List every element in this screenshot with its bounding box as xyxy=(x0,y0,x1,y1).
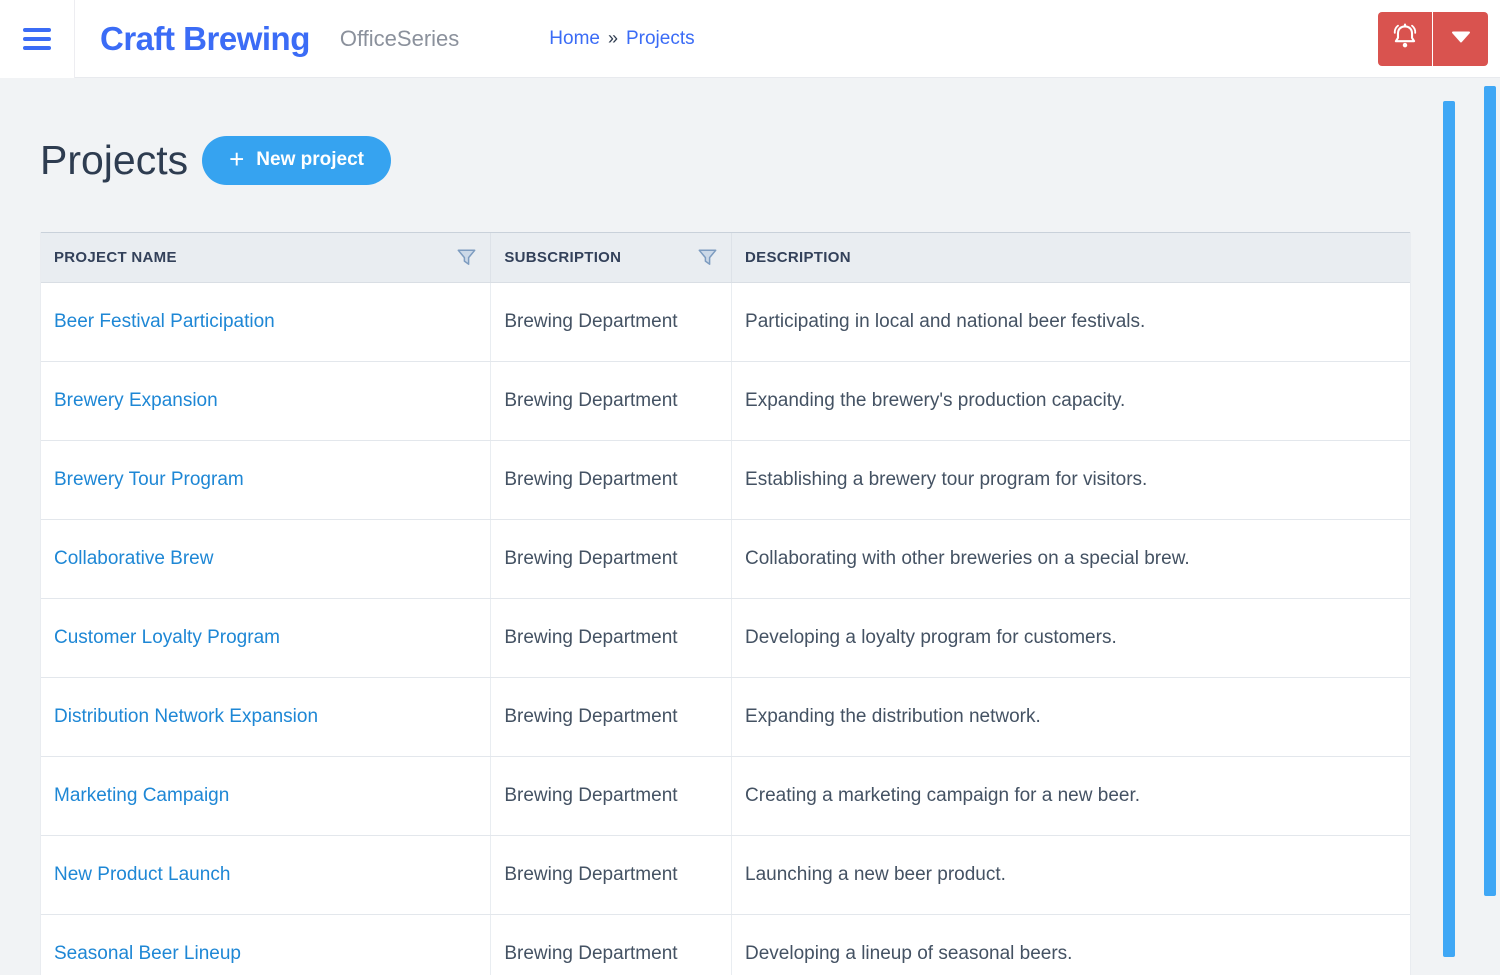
description-cell: Developing a loyalty program for custome… xyxy=(731,599,1410,677)
description-cell: Collaborating with other breweries on a … xyxy=(731,520,1410,598)
project-name-link[interactable]: Brewery Tour Program xyxy=(54,469,244,491)
subscription-cell: Brewing Department xyxy=(490,915,731,975)
column-header-label: DESCRIPTION xyxy=(745,249,851,266)
project-name-cell: Beer Festival Participation xyxy=(41,283,490,361)
subscription-cell: Brewing Department xyxy=(490,757,731,835)
column-header-project-name: PROJECT NAME xyxy=(41,233,490,282)
table-row: New Product Launch Brewing Department La… xyxy=(41,836,1410,915)
table-row: Marketing Campaign Brewing Department Cr… xyxy=(41,757,1410,836)
project-name-cell: Distribution Network Expansion xyxy=(41,678,490,756)
column-header-label: SUBSCRIPTION xyxy=(504,249,622,266)
subscription-cell: Brewing Department xyxy=(490,441,731,519)
description-cell: Expanding the distribution network. xyxy=(731,678,1410,756)
table-row: Distribution Network Expansion Brewing D… xyxy=(41,678,1410,757)
project-name-cell: Seasonal Beer Lineup xyxy=(41,915,490,975)
suite-name: OfficeSeries xyxy=(339,25,460,51)
plus-icon: + xyxy=(229,144,245,174)
breadcrumb-separator: » xyxy=(607,28,618,48)
breadcrumb-home-link[interactable]: Home xyxy=(549,28,600,50)
notification-bell-icon xyxy=(1389,21,1421,56)
table-row: Seasonal Beer Lineup Brewing Department … xyxy=(41,915,1410,975)
page-scrollbar-thumb[interactable] xyxy=(1484,86,1496,896)
chevron-down-icon xyxy=(1451,31,1471,46)
filter-funnel-icon[interactable] xyxy=(698,249,717,266)
brand-logo[interactable]: Craft Brewing xyxy=(100,20,310,58)
column-header-description: DESCRIPTION xyxy=(731,233,1410,282)
project-name-cell: Customer Loyalty Program xyxy=(41,599,490,677)
column-header-subscription: SUBSCRIPTION xyxy=(490,233,731,282)
subscription-cell: Brewing Department xyxy=(490,836,731,914)
new-project-button[interactable]: + New project xyxy=(202,135,391,185)
projects-table-header: PROJECT NAME SUBSCRIPTION DESCRIPTION xyxy=(41,232,1410,283)
subscription-cell: Brewing Department xyxy=(490,520,731,598)
topbar-actions xyxy=(1378,11,1488,66)
project-name-cell: Collaborative Brew xyxy=(41,520,490,598)
project-name-cell: New Product Launch xyxy=(41,836,490,914)
subscription-cell: Brewing Department xyxy=(490,599,731,677)
project-name-cell: Marketing Campaign xyxy=(41,757,490,835)
page-title: Projects xyxy=(40,137,189,183)
notifications-button[interactable] xyxy=(1378,11,1433,66)
description-cell: Participating in local and national beer… xyxy=(731,283,1410,361)
table-row: Collaborative Brew Brewing Department Co… xyxy=(41,520,1410,599)
project-name-link[interactable]: Customer Loyalty Program xyxy=(54,627,280,649)
description-cell: Establishing a brewery tour program for … xyxy=(731,441,1410,519)
page-title-row: Projects + New project xyxy=(40,135,1500,185)
table-row: Brewery Tour Program Brewing Department … xyxy=(41,441,1410,520)
description-cell: Creating a marketing campaign for a new … xyxy=(731,757,1410,835)
description-cell: Developing a lineup of seasonal beers. xyxy=(731,915,1410,975)
new-project-button-label: New project xyxy=(256,149,364,170)
subscription-cell: Brewing Department xyxy=(490,362,731,440)
project-name-link[interactable]: Marketing Campaign xyxy=(54,785,229,807)
project-name-link[interactable]: Brewery Expansion xyxy=(54,390,218,412)
inner-scrollbar-thumb[interactable] xyxy=(1443,101,1455,957)
project-name-link[interactable]: Beer Festival Participation xyxy=(54,311,275,333)
breadcrumb: Home » Projects xyxy=(549,28,694,50)
filter-funnel-icon[interactable] xyxy=(457,249,476,266)
app-window: Craft Brewing OfficeSeries Home » Projec… xyxy=(0,0,1500,975)
projects-table-body: Beer Festival Participation Brewing Depa… xyxy=(41,283,1410,975)
project-name-cell: Brewery Expansion xyxy=(41,362,490,440)
breadcrumb-current-link[interactable]: Projects xyxy=(626,28,695,50)
project-name-link[interactable]: New Product Launch xyxy=(54,864,230,886)
project-name-link[interactable]: Distribution Network Expansion xyxy=(54,706,318,728)
description-cell: Launching a new beer product. xyxy=(731,836,1410,914)
subscription-cell: Brewing Department xyxy=(490,678,731,756)
top-navigation-bar: Craft Brewing OfficeSeries Home » Projec… xyxy=(0,0,1500,78)
project-name-link[interactable]: Seasonal Beer Lineup xyxy=(54,943,241,965)
description-cell: Expanding the brewery's production capac… xyxy=(731,362,1410,440)
hamburger-menu-icon xyxy=(23,45,51,50)
project-name-link[interactable]: Collaborative Brew xyxy=(54,548,213,570)
account-dropdown-button[interactable] xyxy=(1433,11,1488,66)
subscription-cell: Brewing Department xyxy=(490,283,731,361)
table-row: Beer Festival Participation Brewing Depa… xyxy=(41,283,1410,362)
hamburger-menu-button[interactable] xyxy=(0,0,75,78)
projects-table: PROJECT NAME SUBSCRIPTION DESCRIPTION Be… xyxy=(40,232,1411,975)
project-name-cell: Brewery Tour Program xyxy=(41,441,490,519)
hamburger-menu-icon xyxy=(23,36,51,41)
hamburger-menu-icon xyxy=(23,27,51,32)
table-row: Customer Loyalty Program Brewing Departm… xyxy=(41,599,1410,678)
main-content: Projects + New project PROJECT NAME SUBS… xyxy=(0,78,1500,975)
column-header-label: PROJECT NAME xyxy=(54,249,177,266)
table-row: Brewery Expansion Brewing Department Exp… xyxy=(41,362,1410,441)
